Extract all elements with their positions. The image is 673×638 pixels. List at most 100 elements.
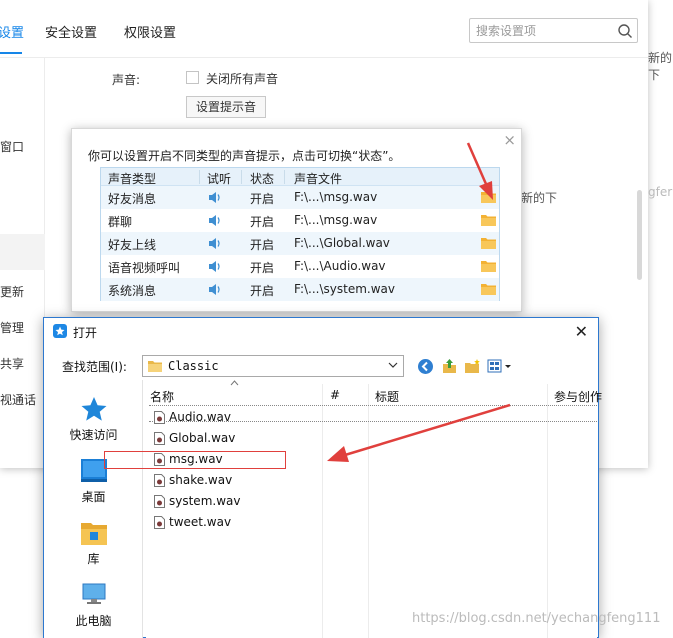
folder-icon[interactable] — [481, 260, 496, 272]
place-label: 快速访问 — [69, 428, 118, 442]
watermark: https://blog.csdn.net/yechangfeng111 — [412, 611, 661, 626]
place-this-pc[interactable]: 此电脑 — [44, 574, 143, 634]
close-button[interactable]: ✕ — [575, 322, 588, 341]
dialog-title: 打开 — [73, 326, 98, 340]
speaker-icon[interactable] — [208, 260, 222, 273]
sound-file: F:\...\msg.wav — [294, 213, 378, 227]
column-header-number[interactable]: # — [330, 388, 340, 402]
file-row-global[interactable]: Global.wav — [149, 428, 319, 449]
audio-file-icon — [154, 411, 165, 424]
nav-item-update[interactable]: 更新 — [0, 283, 24, 300]
star-icon — [81, 397, 107, 421]
background-window-text-faded: gfer — [648, 185, 673, 199]
column-divider[interactable] — [322, 384, 323, 638]
sound-row[interactable]: 好友上线 开启 F:\...\Global.wav — [101, 232, 499, 255]
computer-icon — [82, 583, 106, 604]
sound-status[interactable]: 开启 — [250, 282, 274, 299]
app-logo-icon — [53, 324, 67, 338]
sound-status[interactable]: 开启 — [250, 259, 274, 276]
sound-file: F:\...\msg.wav — [294, 190, 378, 204]
tab-permission-settings[interactable]: 权限设置 — [124, 22, 176, 41]
up-folder-icon[interactable] — [441, 358, 458, 375]
speaker-icon[interactable] — [208, 283, 222, 296]
nav-item-video-call[interactable]: 视通话 — [0, 391, 36, 408]
settings-search-box[interactable] — [469, 18, 638, 43]
look-in-dropdown[interactable]: Classic — [142, 355, 404, 377]
mute-all-checkbox[interactable] — [186, 71, 199, 84]
sound-file: F:\...\system.wav — [294, 282, 396, 296]
place-label: 桌面 — [81, 490, 106, 504]
sound-prompt-button[interactable]: 设置提示音 — [186, 96, 266, 118]
sort-ascending-icon[interactable] — [230, 380, 239, 386]
nav-item-window[interactable]: 窗口 — [0, 138, 24, 155]
active-tab-indicator — [0, 52, 22, 54]
column-header-title[interactable]: 标题 — [375, 388, 399, 405]
tab-settings[interactable]: 设置 — [0, 22, 24, 41]
close-icon[interactable]: × — [503, 131, 516, 149]
search-icon[interactable] — [617, 23, 633, 39]
sound-type: 群聊 — [108, 215, 133, 229]
file-row-audio[interactable]: Audio.wav — [149, 407, 319, 428]
folder-icon[interactable] — [481, 237, 496, 249]
new-folder-icon[interactable] — [464, 358, 481, 375]
sound-type: 系统消息 — [108, 284, 157, 298]
sound-label: 声音: — [112, 73, 141, 87]
folder-icon[interactable] — [481, 283, 496, 295]
audio-file-icon — [154, 474, 165, 487]
settings-scrollbar[interactable] — [637, 190, 642, 280]
place-quick-access[interactable]: 快速访问 — [44, 388, 143, 448]
background-window-text: 新的下 — [648, 51, 673, 82]
back-icon[interactable] — [417, 358, 434, 375]
annotation-highlight-box — [104, 451, 286, 469]
tab-security-settings[interactable]: 安全设置 — [45, 22, 97, 41]
sound-type: 好友上线 — [108, 238, 157, 252]
settings-tab-bar: 设置 安全设置 权限设置 — [0, 0, 648, 58]
sound-row[interactable]: 语音视频呼叫 开启 F:\...\Audio.wav — [101, 255, 499, 278]
sound-status[interactable]: 开启 — [250, 213, 274, 230]
speaker-icon[interactable] — [208, 191, 222, 204]
sound-status[interactable]: 开启 — [250, 236, 274, 253]
view-menu-icon[interactable] — [487, 358, 515, 375]
file-row-system[interactable]: system.wav — [149, 491, 319, 512]
speaker-icon[interactable] — [208, 237, 222, 250]
file-row-shake[interactable]: shake.wav — [149, 470, 319, 491]
audio-file-icon — [154, 432, 165, 445]
chevron-down-icon[interactable] — [388, 360, 398, 370]
column-header-sound-file: 声音文件 — [294, 172, 343, 186]
sound-type-table: 声音类型 试听 状态 声音文件 好友消息 开启 F:\...\msg.wav 群… — [100, 167, 500, 301]
column-header-name[interactable]: 名称 — [150, 388, 174, 405]
nav-item-share[interactable]: 共享 — [0, 355, 24, 372]
file-name: tweet.wav — [169, 515, 232, 529]
audio-file-icon — [154, 495, 165, 508]
column-divider[interactable] — [547, 384, 548, 638]
nav-item-selected[interactable] — [0, 234, 45, 270]
open-file-dialog: 打开 ✕ 查找范围(I): Classic 快速访问 桌面 库 此电脑 名称 #… — [43, 317, 602, 638]
file-name: Audio.wav — [169, 410, 231, 424]
column-header-preview: 试听 — [207, 172, 232, 186]
file-row-tweet[interactable]: tweet.wav — [149, 512, 319, 533]
file-list-view: 名称 # 标题 参与创作 Audio.wav Global.wav msg.wa… — [146, 380, 602, 638]
sound-status[interactable]: 开启 — [250, 190, 274, 207]
column-divider — [284, 170, 285, 184]
focus-outline — [149, 405, 597, 406]
place-libraries[interactable]: 库 — [44, 512, 143, 572]
file-name: shake.wav — [169, 473, 233, 487]
sound-row[interactable]: 好友消息 开启 F:\...\msg.wav — [101, 186, 499, 209]
speaker-icon[interactable] — [208, 214, 222, 227]
nav-item-manage[interactable]: 管理 — [0, 319, 24, 336]
folder-icon — [148, 361, 162, 372]
audio-file-icon — [154, 516, 165, 529]
sound-row[interactable]: 群聊 开启 F:\...\msg.wav — [101, 209, 499, 232]
column-divider[interactable] — [368, 384, 369, 638]
sound-table-header: 声音类型 试听 状态 声音文件 — [101, 168, 499, 186]
library-folder-icon — [81, 523, 107, 545]
column-header-contributing-artists[interactable]: 参与创作 — [554, 388, 602, 405]
place-label: 库 — [87, 552, 100, 566]
settings-search-input[interactable] — [476, 22, 616, 39]
sound-row[interactable]: 系统消息 开启 F:\...\system.wav — [101, 278, 499, 301]
sound-file: F:\...\Global.wav — [294, 236, 390, 250]
sound-prompt-dialog: × 你可以设置开启不同类型的声音提示，点击可切换“状态”。 声音类型 试听 状态… — [71, 128, 522, 312]
folder-icon[interactable] — [481, 191, 496, 203]
sound-dialog-hint: 你可以设置开启不同类型的声音提示，点击可切换“状态”。 — [88, 149, 401, 163]
folder-icon[interactable] — [481, 214, 496, 226]
